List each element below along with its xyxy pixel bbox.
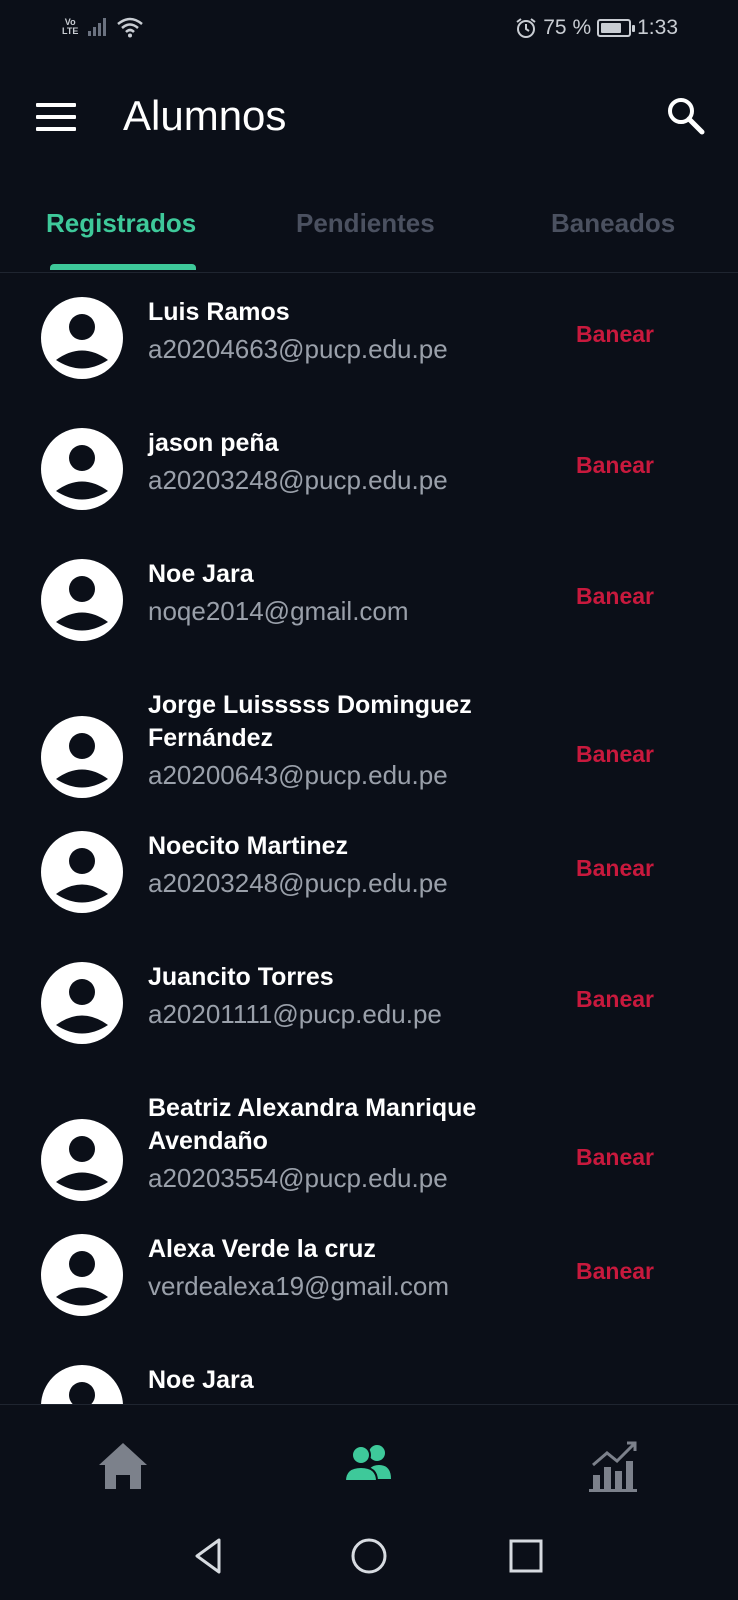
avatar-icon [41, 1365, 123, 1404]
nav-home[interactable] [93, 1435, 153, 1495]
ban-button[interactable]: Banear [576, 321, 654, 348]
student-info: Beatriz Alexandra Manrique Avendaño a202… [148, 1092, 528, 1198]
home-circle-icon [351, 1538, 387, 1574]
system-home-button[interactable] [347, 1534, 391, 1578]
system-nav-bar [0, 1510, 738, 1600]
tab-pendientes[interactable]: Pendientes [296, 208, 435, 239]
ban-button[interactable]: Banear [576, 986, 654, 1013]
ban-button[interactable]: Banear [576, 1258, 654, 1285]
student-name: jason peña [148, 429, 279, 457]
people-icon [343, 1445, 391, 1482]
nav-students[interactable] [339, 1435, 399, 1495]
recents-icon [509, 1539, 543, 1573]
student-name: Jorge Luisssss Dominguez Fernández [148, 691, 472, 752]
system-back-button[interactable] [189, 1534, 233, 1578]
page-title: Alumnos [123, 92, 287, 139]
volte-indicator: Vo LTE [62, 18, 78, 36]
list-item[interactable]: jason peña a20203248@pucp.edu.pe Banear [0, 427, 738, 527]
student-info: Noe Jara [148, 1364, 528, 1397]
status-left: Vo LTE [62, 16, 144, 38]
ban-button[interactable]: Banear [576, 741, 654, 768]
ban-button[interactable]: Banear [576, 452, 654, 479]
avatar-icon [41, 559, 123, 641]
home-icon [99, 1443, 147, 1489]
menu-button[interactable] [30, 94, 84, 140]
list-item[interactable]: Noecito Martinez a20203248@pucp.edu.pe B… [0, 830, 738, 930]
student-info: Jorge Luisssss Dominguez Fernández a2020… [148, 689, 528, 795]
avatar-icon [41, 1119, 123, 1201]
battery-icon [597, 19, 636, 37]
ban-button[interactable]: Banear [576, 855, 654, 882]
volte-line2: LTE [62, 26, 79, 36]
list-item[interactable]: Alexa Verde la cruz verdealexa19@gmail.c… [0, 1233, 738, 1333]
system-recents-button[interactable] [504, 1534, 548, 1578]
signal-icon [88, 18, 107, 36]
list-item[interactable]: Beatriz Alexandra Manrique Avendaño a202… [0, 1092, 738, 1202]
stats-chart-icon [589, 1441, 637, 1492]
student-email: a20203248@pucp.edu.pe [148, 868, 448, 898]
ban-button[interactable]: Banear [576, 1144, 654, 1171]
tab-registrados[interactable]: Registrados [46, 208, 196, 239]
bottom-nav [0, 1404, 738, 1511]
student-info: Alexa Verde la cruz verdealexa19@gmail.c… [148, 1233, 528, 1306]
student-name: Noecito Martinez [148, 832, 349, 860]
student-name: Noe Jara [148, 560, 254, 588]
student-name: Alexa Verde la cruz [148, 1235, 376, 1263]
active-tab-indicator [50, 264, 196, 270]
list-item[interactable]: Noe Jara [0, 1364, 738, 1404]
avatar-icon [41, 831, 123, 913]
student-info: Noecito Martinez a20203248@pucp.edu.pe [148, 830, 528, 903]
student-info: Noe Jara noqe2014@gmail.com [148, 558, 528, 631]
student-email: a20203554@pucp.edu.pe [148, 1163, 448, 1193]
tab-bar: Registrados Pendientes Baneados [0, 190, 738, 273]
student-list: Luis Ramos a20204663@pucp.edu.pe Banear … [0, 272, 738, 1404]
status-right: 75 % 1:33 [515, 16, 678, 40]
student-email: a20200643@pucp.edu.pe [148, 760, 448, 790]
search-button[interactable] [662, 88, 710, 142]
clock: 1:33 [637, 16, 678, 39]
status-bar: Vo LTE 75 % 1:33 [0, 0, 738, 60]
student-name: Noe Jara [148, 1366, 254, 1394]
list-item[interactable]: Jorge Luisssss Dominguez Fernández a2020… [0, 689, 738, 799]
student-email: a20204663@pucp.edu.pe [148, 334, 448, 364]
back-icon [195, 1538, 221, 1574]
student-name: Beatriz Alexandra Manrique Avendaño [148, 1094, 477, 1155]
student-email: verdealexa19@gmail.com [148, 1271, 449, 1301]
avatar-icon [41, 962, 123, 1044]
list-item[interactable]: Noe Jara noqe2014@gmail.com Banear [0, 558, 738, 658]
avatar-icon [41, 297, 123, 379]
student-info: jason peña a20203248@pucp.edu.pe [148, 427, 528, 500]
student-info: Luis Ramos a20204663@pucp.edu.pe [148, 296, 528, 369]
alarm-icon [516, 18, 536, 38]
student-email: a20203248@pucp.edu.pe [148, 465, 448, 495]
tab-baneados[interactable]: Baneados [551, 208, 675, 239]
wifi-icon [117, 17, 144, 38]
nav-stats[interactable] [585, 1435, 645, 1495]
student-email: noqe2014@gmail.com [148, 596, 409, 626]
student-name: Juancito Torres [148, 963, 334, 991]
student-name: Luis Ramos [148, 298, 290, 326]
battery-fill [601, 23, 621, 33]
app-bar: Alumnos [0, 60, 738, 176]
battery-percent: 75 % [543, 16, 592, 39]
menu-icon [36, 103, 76, 131]
avatar-icon [41, 428, 123, 510]
search-icon [668, 98, 705, 135]
avatar-icon [41, 716, 123, 798]
student-email: a20201111@pucp.edu.pe [148, 999, 442, 1029]
student-info: Juancito Torres a20201111@pucp.edu.pe [148, 961, 528, 1034]
list-item[interactable]: Luis Ramos a20204663@pucp.edu.pe Banear [0, 296, 738, 396]
avatar-icon [41, 1234, 123, 1316]
list-item[interactable]: Juancito Torres a20201111@pucp.edu.pe Ba… [0, 961, 738, 1061]
ban-button[interactable]: Banear [576, 583, 654, 610]
